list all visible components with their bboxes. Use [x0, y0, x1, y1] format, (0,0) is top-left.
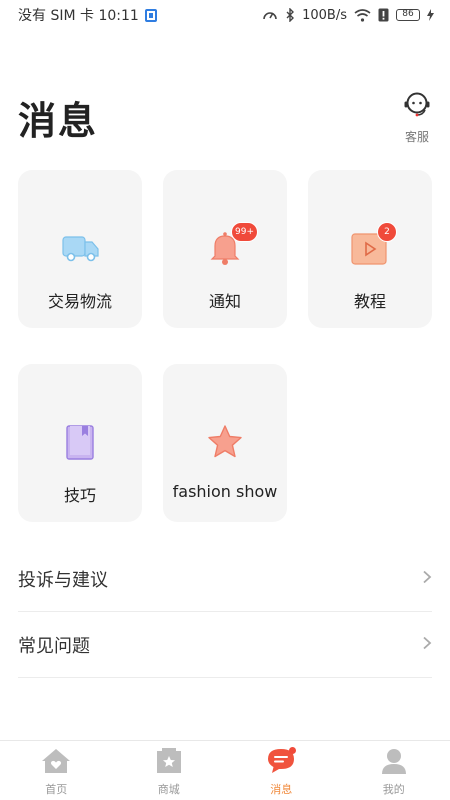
tutorial-badge: 2: [377, 222, 397, 242]
list-label: 常见问题: [18, 635, 90, 657]
list-item-faq[interactable]: 常见问题: [18, 612, 432, 678]
nav-label: 商城: [157, 783, 180, 796]
bottom-nav: 首页 商城 消息 我的: [0, 740, 450, 800]
home-icon: [41, 748, 71, 778]
wifi-icon: [354, 8, 371, 22]
charging-icon: [427, 9, 434, 21]
card-fashion-show[interactable]: fashion show: [163, 364, 287, 522]
speedometer-icon: [262, 8, 278, 22]
card-label: 技巧: [63, 486, 96, 505]
card-notification[interactable]: 99+ 通知: [163, 170, 287, 328]
star-icon: [205, 422, 245, 462]
nav-profile[interactable]: 我的: [338, 741, 450, 800]
nav-label: 首页: [45, 783, 68, 796]
carrier-time: 没有 SIM 卡 10:11: [18, 8, 139, 24]
card-tutorial[interactable]: 2 教程: [308, 170, 432, 328]
chevron-right-icon: [422, 635, 432, 654]
status-right: 100B/s 86: [262, 8, 434, 23]
customer-service-button[interactable]: 客服: [402, 90, 432, 145]
list-label: 投诉与建议: [18, 569, 108, 591]
nav-messages[interactable]: 消息: [225, 741, 338, 800]
card-label: 交易物流: [47, 292, 112, 311]
chevron-right-icon: [422, 569, 432, 588]
net-speed: 100B/s: [302, 7, 347, 23]
card-label: 通知: [208, 292, 241, 311]
book-icon: [60, 422, 100, 462]
nav-home[interactable]: 首页: [0, 741, 113, 800]
profile-icon: [379, 748, 409, 778]
card-label: fashion show: [172, 482, 278, 501]
bluetooth-icon: [285, 8, 295, 22]
unread-dot: [289, 747, 296, 754]
status-left: 没有 SIM 卡 10:11: [18, 5, 157, 25]
status-bar: 没有 SIM 卡 10:11 100B/s 86: [0, 0, 450, 30]
truck-icon: [60, 228, 100, 268]
shop-icon: [154, 748, 184, 778]
sim-alert-icon: [378, 8, 389, 22]
service-label: 客服: [404, 130, 429, 144]
page-title: 消息: [18, 99, 99, 143]
app-notification-icon: [144, 8, 157, 22]
nav-shop[interactable]: 商城: [113, 741, 226, 800]
nav-label: 我的: [382, 783, 405, 796]
notification-badge: 99+: [231, 222, 258, 242]
battery-indicator: 86: [396, 9, 420, 21]
list-item-complaints[interactable]: 投诉与建议: [18, 546, 432, 612]
nav-label: 消息: [270, 783, 293, 796]
card-trade-logistics[interactable]: 交易物流: [18, 170, 142, 328]
card-tips[interactable]: 技巧: [18, 364, 142, 522]
card-label: 教程: [353, 292, 386, 311]
headset-icon: [403, 90, 431, 122]
